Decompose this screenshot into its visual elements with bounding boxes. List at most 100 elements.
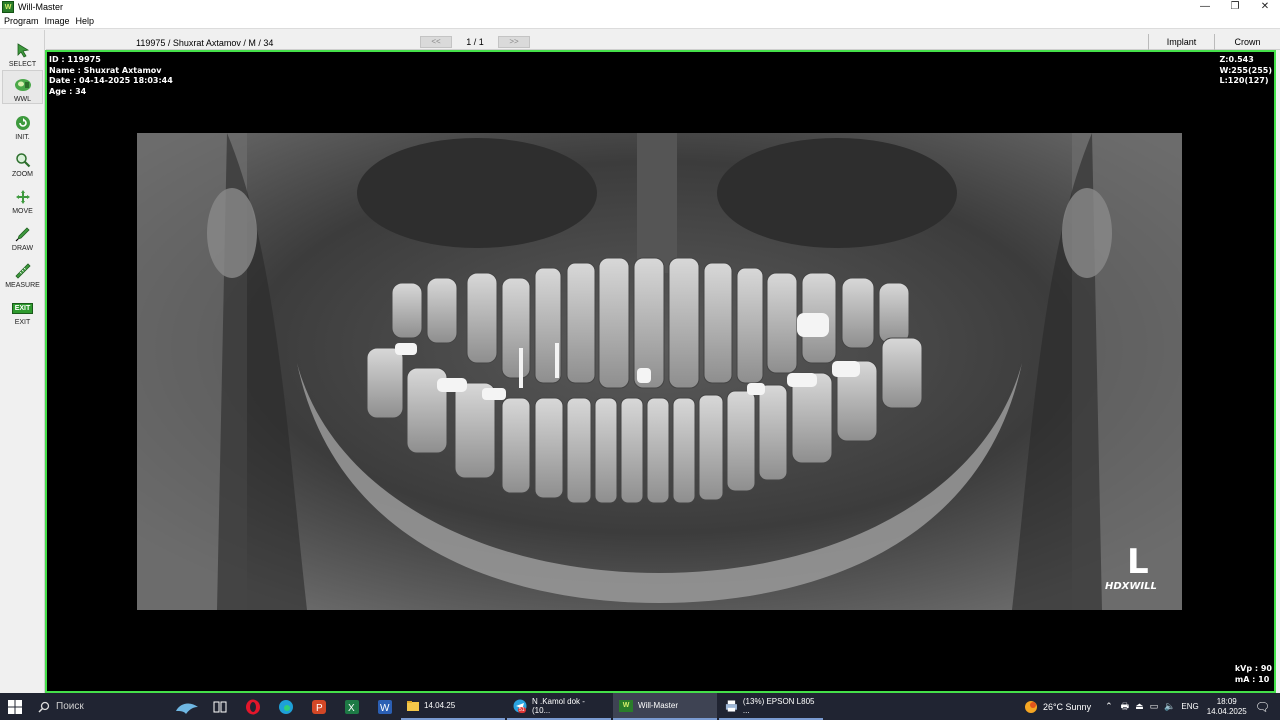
taskbar-item-label: 14.04.25 <box>424 701 456 710</box>
tool-label: MOVE <box>12 208 33 215</box>
measure-tool-button[interactable]: MEASURE <box>2 255 43 289</box>
svg-text:P: P <box>316 703 323 714</box>
reset-icon <box>13 114 33 132</box>
page-indicator: 1 / 1 <box>466 37 484 47</box>
brand-watermark: HDXWILL <box>1105 581 1157 592</box>
exit-tool-button[interactable]: EXIT EXIT <box>2 292 43 326</box>
word-icon[interactable]: W <box>368 693 401 720</box>
menu-bar: Program Image Help <box>0 14 1280 29</box>
taskbar-item-label: Will-Master <box>638 701 678 710</box>
taskbar-item-label: N .Kamol dok - (10... <box>532 696 585 715</box>
exposure-overlay: kVp : 90 mA : 10 <box>1235 664 1272 685</box>
display-params-overlay: Z:0.543 W:255(255) L:120(127) <box>1220 55 1273 87</box>
move-arrows-icon <box>13 188 33 206</box>
magnifier-icon <box>13 151 33 169</box>
clock-date: 14.04.2025 <box>1206 706 1247 716</box>
clock-time: 18:09 <box>1216 696 1237 706</box>
dolphin-app-icon[interactable] <box>170 693 203 720</box>
tool-label: MEASURE <box>5 282 40 289</box>
patient-info-overlay: ID : 119975 Name : Shuxrat Axtamov Date … <box>49 55 173 97</box>
pen-icon <box>13 225 33 243</box>
tool-label: ZOOM <box>12 171 33 178</box>
patient-id: ID : 119975 <box>49 55 101 64</box>
network-icon[interactable]: ▭ <box>1150 701 1159 712</box>
windows-logo-icon <box>8 699 22 714</box>
exit-icon: EXIT <box>11 299 34 317</box>
menu-help[interactable]: Help <box>76 16 95 26</box>
system-tray: 26°C Sunny ⌃ 🖶 ⏏ ▭ 🔈 ENG 18:09 14.04.202… <box>1024 693 1280 720</box>
task-view-icon[interactable] <box>203 693 236 720</box>
tab-implant[interactable]: Implant <box>1148 34 1214 50</box>
menu-program[interactable]: Program <box>4 16 39 26</box>
window-value: W:255(255) <box>1219 65 1273 75</box>
folder-icon <box>407 700 419 711</box>
minimize-button[interactable]: — <box>1190 0 1220 14</box>
volume-icon[interactable]: 🔈 <box>1164 701 1175 712</box>
xray-graphic: L HDXWILL <box>137 133 1182 610</box>
taskbar-item-will-master[interactable]: W Will-Master <box>613 693 717 720</box>
notification-badge: 51 <box>518 706 526 713</box>
ruler-icon <box>13 262 33 280</box>
image-pager: << 1 / 1 >> <box>420 36 530 48</box>
app-logo-icon: W <box>2 1 14 13</box>
search-icon <box>38 701 50 713</box>
close-button[interactable]: ✕ <box>1250 0 1280 14</box>
patient-name: Name : Shuxrat Axtamov <box>49 65 162 75</box>
patient-summary: 119975 / Shuxrat Axtamov / M / 34 <box>136 38 274 48</box>
tool-label: SELECT <box>8 61 37 68</box>
kvp-value: kVp : 90 <box>1234 664 1272 673</box>
window-title: Will-Master <box>18 2 63 12</box>
level-value: L:120(127) <box>1219 76 1269 85</box>
title-bar: W Will-Master — ❐ ✕ <box>0 0 1280 14</box>
notifications-icon[interactable]: 🗨 <box>1255 700 1270 714</box>
mode-tabs: Implant Crown <box>1148 34 1280 50</box>
powerpoint-icon[interactable]: P <box>302 693 335 720</box>
opera-icon[interactable] <box>236 693 269 720</box>
exit-badge: EXIT <box>11 302 34 314</box>
edge-icon[interactable] <box>269 693 302 720</box>
maximize-button[interactable]: ❐ <box>1220 0 1250 14</box>
next-image-button[interactable]: >> <box>498 36 530 48</box>
clock[interactable]: 18:09 14.04.2025 <box>1207 697 1247 717</box>
patient-age: Age : 34 <box>49 86 87 96</box>
taskbar-item-telegram[interactable]: 51 N .Kamol dok - (10... <box>507 693 611 720</box>
svg-text:X: X <box>348 703 355 714</box>
tab-crown[interactable]: Crown <box>1214 34 1280 50</box>
printer-tray-icon[interactable]: 🖶 <box>1121 699 1130 715</box>
zoom-value: Z:0.543 <box>1219 55 1254 64</box>
panoramic-xray-image[interactable]: L HDXWILL <box>137 133 1182 610</box>
move-tool-button[interactable]: MOVE <box>2 181 43 215</box>
wwl-tool-button[interactable]: WWL <box>2 70 43 104</box>
language-indicator[interactable]: ENG <box>1181 702 1198 711</box>
draw-tool-button[interactable]: DRAW <box>2 218 43 252</box>
tool-label: EXIT <box>14 319 31 326</box>
svg-text:W: W <box>380 703 390 714</box>
tool-label: WWL <box>13 96 32 103</box>
ma-value: mA : 10 <box>1234 674 1270 684</box>
taskbar-item-folder[interactable]: 14.04.25 <box>401 693 505 720</box>
weather-sun-icon <box>1024 700 1037 713</box>
arrow-cursor-icon <box>13 41 33 59</box>
side-marker: L <box>1127 542 1149 582</box>
exam-date: Date : 04-14-2025 18:03:44 <box>49 76 173 85</box>
prev-image-button[interactable]: << <box>420 36 452 48</box>
menu-image[interactable]: Image <box>45 16 70 26</box>
chevron-up-icon[interactable]: ⌃ <box>1105 701 1113 712</box>
windows-taskbar: Поиск P X W 14.04.25 51 N .Kamol dok - (… <box>0 693 1280 720</box>
window-controls: — ❐ ✕ <box>1190 0 1280 14</box>
excel-icon[interactable]: X <box>335 693 368 720</box>
start-button[interactable] <box>0 693 30 720</box>
image-header: 119975 / Shuxrat Axtamov / M / 34 << 1 /… <box>46 30 1280 50</box>
taskbar-search[interactable]: Поиск <box>30 693 170 720</box>
weather-text[interactable]: 26°C Sunny <box>1043 702 1091 712</box>
telegram-icon: 51 <box>513 699 527 713</box>
search-placeholder: Поиск <box>56 701 84 712</box>
init-tool-button[interactable]: INIT. <box>2 107 43 141</box>
taskbar-item-printer[interactable]: (13%) EPSON L805 ... <box>719 693 823 720</box>
image-viewer[interactable]: ID : 119975 Name : Shuxrat Axtamov Date … <box>45 50 1276 693</box>
zoom-tool-button[interactable]: ZOOM <box>2 144 43 178</box>
usb-icon[interactable]: ⏏ <box>1135 701 1144 712</box>
tool-label: DRAW <box>11 245 34 252</box>
select-tool-button[interactable]: SELECT <box>2 34 43 68</box>
taskbar-item-label: (13%) EPSON L805 ... <box>742 696 815 715</box>
